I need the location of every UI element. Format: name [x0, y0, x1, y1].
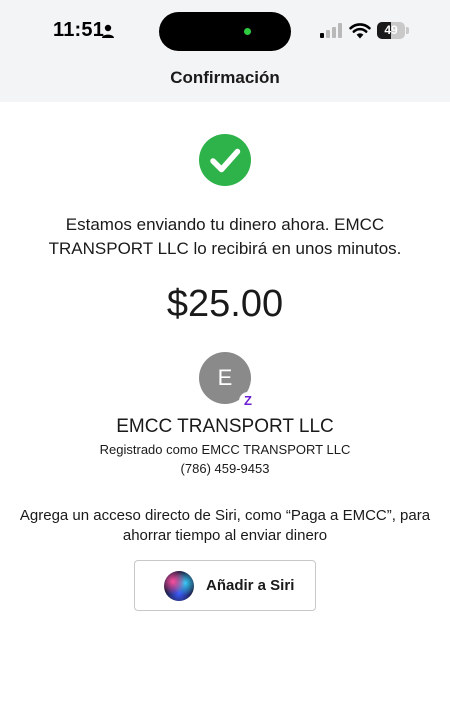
- amount: $25.00: [166, 283, 284, 325]
- registered-as: Registrado como EMCC TRANSPORT LLC: [99, 442, 351, 457]
- siri-orb-icon: [164, 571, 194, 601]
- signal-icon: [320, 23, 342, 38]
- battery-level: 49: [384, 23, 398, 37]
- add-to-siri-label: Añadir a Siri: [206, 577, 295, 594]
- battery-body: 49: [377, 22, 405, 39]
- person-icon: [102, 24, 114, 38]
- top-bar: 11:51 49 Confirmación: [0, 0, 450, 102]
- page-title: Confirmación: [170, 68, 280, 87]
- add-to-siri-button[interactable]: Añadir a Siri: [134, 560, 316, 611]
- camera-indicator-dot: [244, 28, 251, 35]
- dynamic-island: [159, 12, 291, 51]
- recipient-phone: (786) 459-9453: [180, 461, 270, 476]
- siri-shortcut-prompt: Agrega un acceso directo de Siri, como “…: [19, 507, 431, 544]
- battery-tip: [406, 27, 409, 34]
- recipient-name: EMCC TRANSPORT LLC: [116, 416, 334, 437]
- confirmation-message: Estamos enviando tu dinero ahora. EMCC T…: [48, 215, 402, 258]
- status-time: 11:51: [53, 19, 105, 41]
- wifi-icon: [349, 23, 371, 39]
- check-circle-icon: [199, 134, 251, 186]
- battery-icon: 49: [377, 22, 410, 39]
- status-bar: 11:51 49: [0, 0, 450, 62]
- zelle-badge-icon: Z: [239, 392, 257, 410]
